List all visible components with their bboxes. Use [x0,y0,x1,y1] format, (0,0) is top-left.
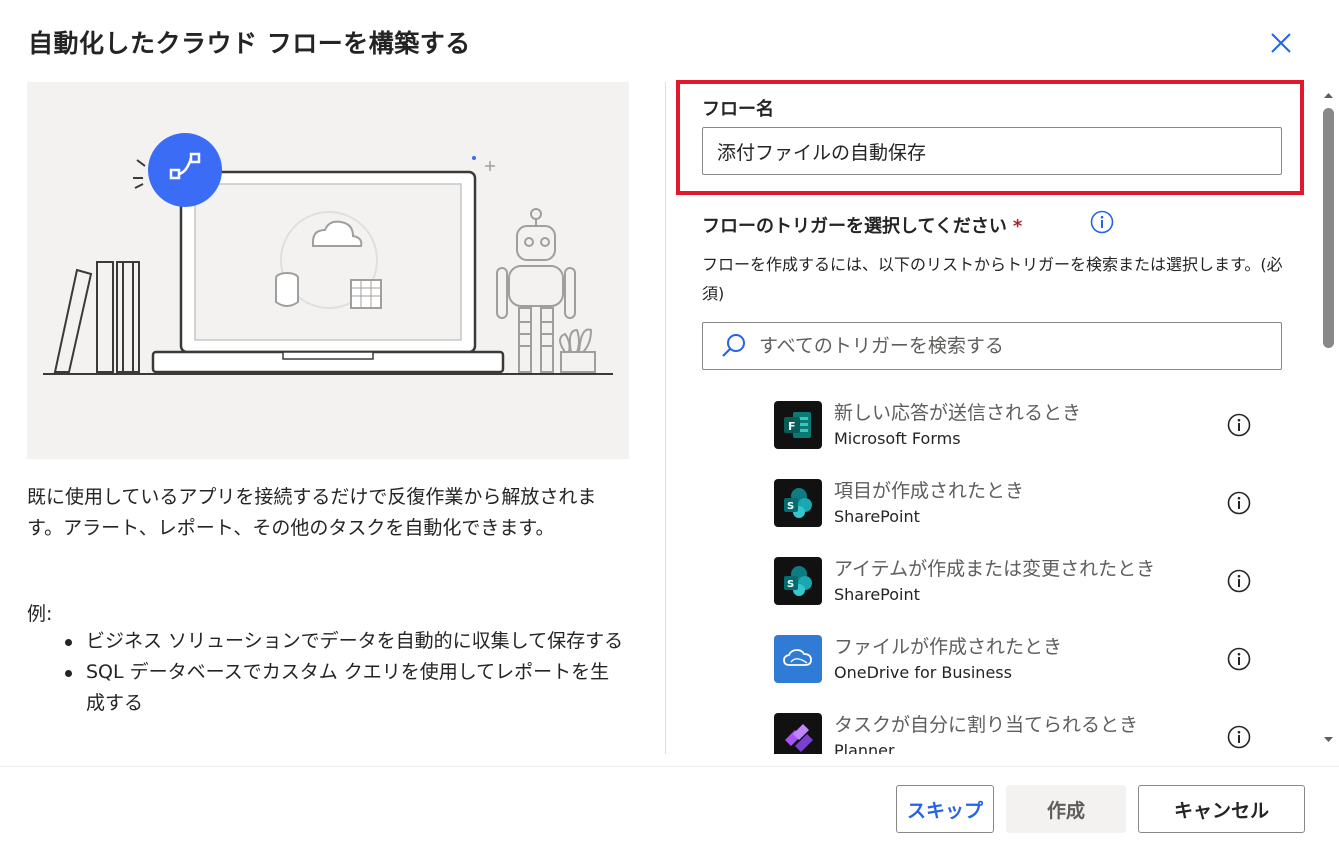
laptop-automation-illustration [43,133,613,375]
example-list: ビジネス ソリューションでデータを自動的に収集して保存する SQL データベース… [62,626,626,719]
trigger-connector: SharePoint [834,507,920,526]
skip-button[interactable]: スキップ [896,785,994,833]
trigger-search-input[interactable] [759,335,1259,357]
example-item: SQL データベースでカスタム クエリを使用してレポートを生成する [62,657,626,719]
intro-description: 既に使用しているアプリを接続するだけで反復作業から解放されます。アラート、レポー… [27,486,597,539]
trigger-list: F 新しい応答が送信されるとき Microsoft Forms S 項目が作成さ… [760,392,1270,754]
trigger-name: ファイルが作成されたとき [834,636,1063,658]
trigger-item-sharepoint-item-created[interactable]: S 項目が作成されたとき SharePoint [760,470,1270,532]
trigger-name: アイテムが作成または変更されたとき [834,558,1156,580]
trigger-connector: OneDrive for Business [834,663,1012,682]
trigger-label: フローのトリガーを選択してください * [702,212,1022,238]
trigger-name: 新しい応答が送信されるとき [834,402,1082,424]
planner-icon [774,713,822,754]
trigger-name: タスクが自分に割り当てられるとき [834,714,1139,736]
svg-text:S: S [787,501,794,512]
trigger-connector: Microsoft Forms [834,429,961,448]
trigger-item-forms-new-response[interactable]: F 新しい応答が送信されるとき Microsoft Forms [760,392,1270,454]
cancel-button[interactable]: キャンセル [1138,785,1305,833]
info-icon[interactable] [1227,647,1251,671]
scroll-down-arrow-icon[interactable] [1323,734,1334,745]
footer-divider [0,766,1339,767]
example-item: ビジネス ソリューションでデータを自動的に収集して保存する [62,626,626,657]
create-button[interactable]: 作成 [1006,785,1126,833]
trigger-label-text: フローのトリガーを選択してください [702,216,1007,237]
flow-name-input[interactable] [702,127,1282,175]
scroll-up-arrow-icon[interactable] [1323,90,1334,101]
svg-text:S: S [787,579,794,590]
scroll-thumb[interactable] [1323,108,1334,348]
dialog-title: 自動化したクラウド フローを構築する [28,29,471,58]
info-icon[interactable] [1227,569,1251,593]
sharepoint-icon: S [774,479,822,527]
search-icon [722,334,745,357]
trigger-item-sharepoint-item-modified[interactable]: S アイテムが作成または変更されたとき SharePoint [760,548,1270,610]
close-button[interactable] [1264,28,1298,58]
trigger-name: 項目が作成されたとき [834,480,1025,502]
microsoft-forms-icon: F [774,401,822,449]
trigger-help-text: フローを作成するには、以下のリストからトリガーを検索または選択します。(必須) [702,255,1283,303]
required-mark: * [1012,216,1023,237]
hero-illustration [27,82,629,459]
svg-text:F: F [788,420,796,433]
trigger-item-planner-task-assigned[interactable]: タスクが自分に割り当てられるとき Planner [760,704,1270,754]
sharepoint-icon: S [774,557,822,605]
info-icon[interactable] [1227,725,1251,749]
info-icon[interactable] [1227,413,1251,437]
flow-name-label: フロー名 [702,99,774,120]
right-panel-scrollbar[interactable] [1320,86,1337,750]
column-divider [665,82,666,754]
trigger-connector: SharePoint [834,585,920,604]
example-label: 例: [27,603,53,625]
close-icon [1271,33,1291,53]
trigger-item-onedrive-file-created[interactable]: ファイルが作成されたとき OneDrive for Business [760,626,1270,688]
info-icon[interactable] [1227,491,1251,515]
trigger-search-box[interactable] [702,322,1282,370]
info-icon[interactable] [1090,210,1114,234]
trigger-connector: Planner [834,741,895,754]
onedrive-icon [774,635,822,683]
